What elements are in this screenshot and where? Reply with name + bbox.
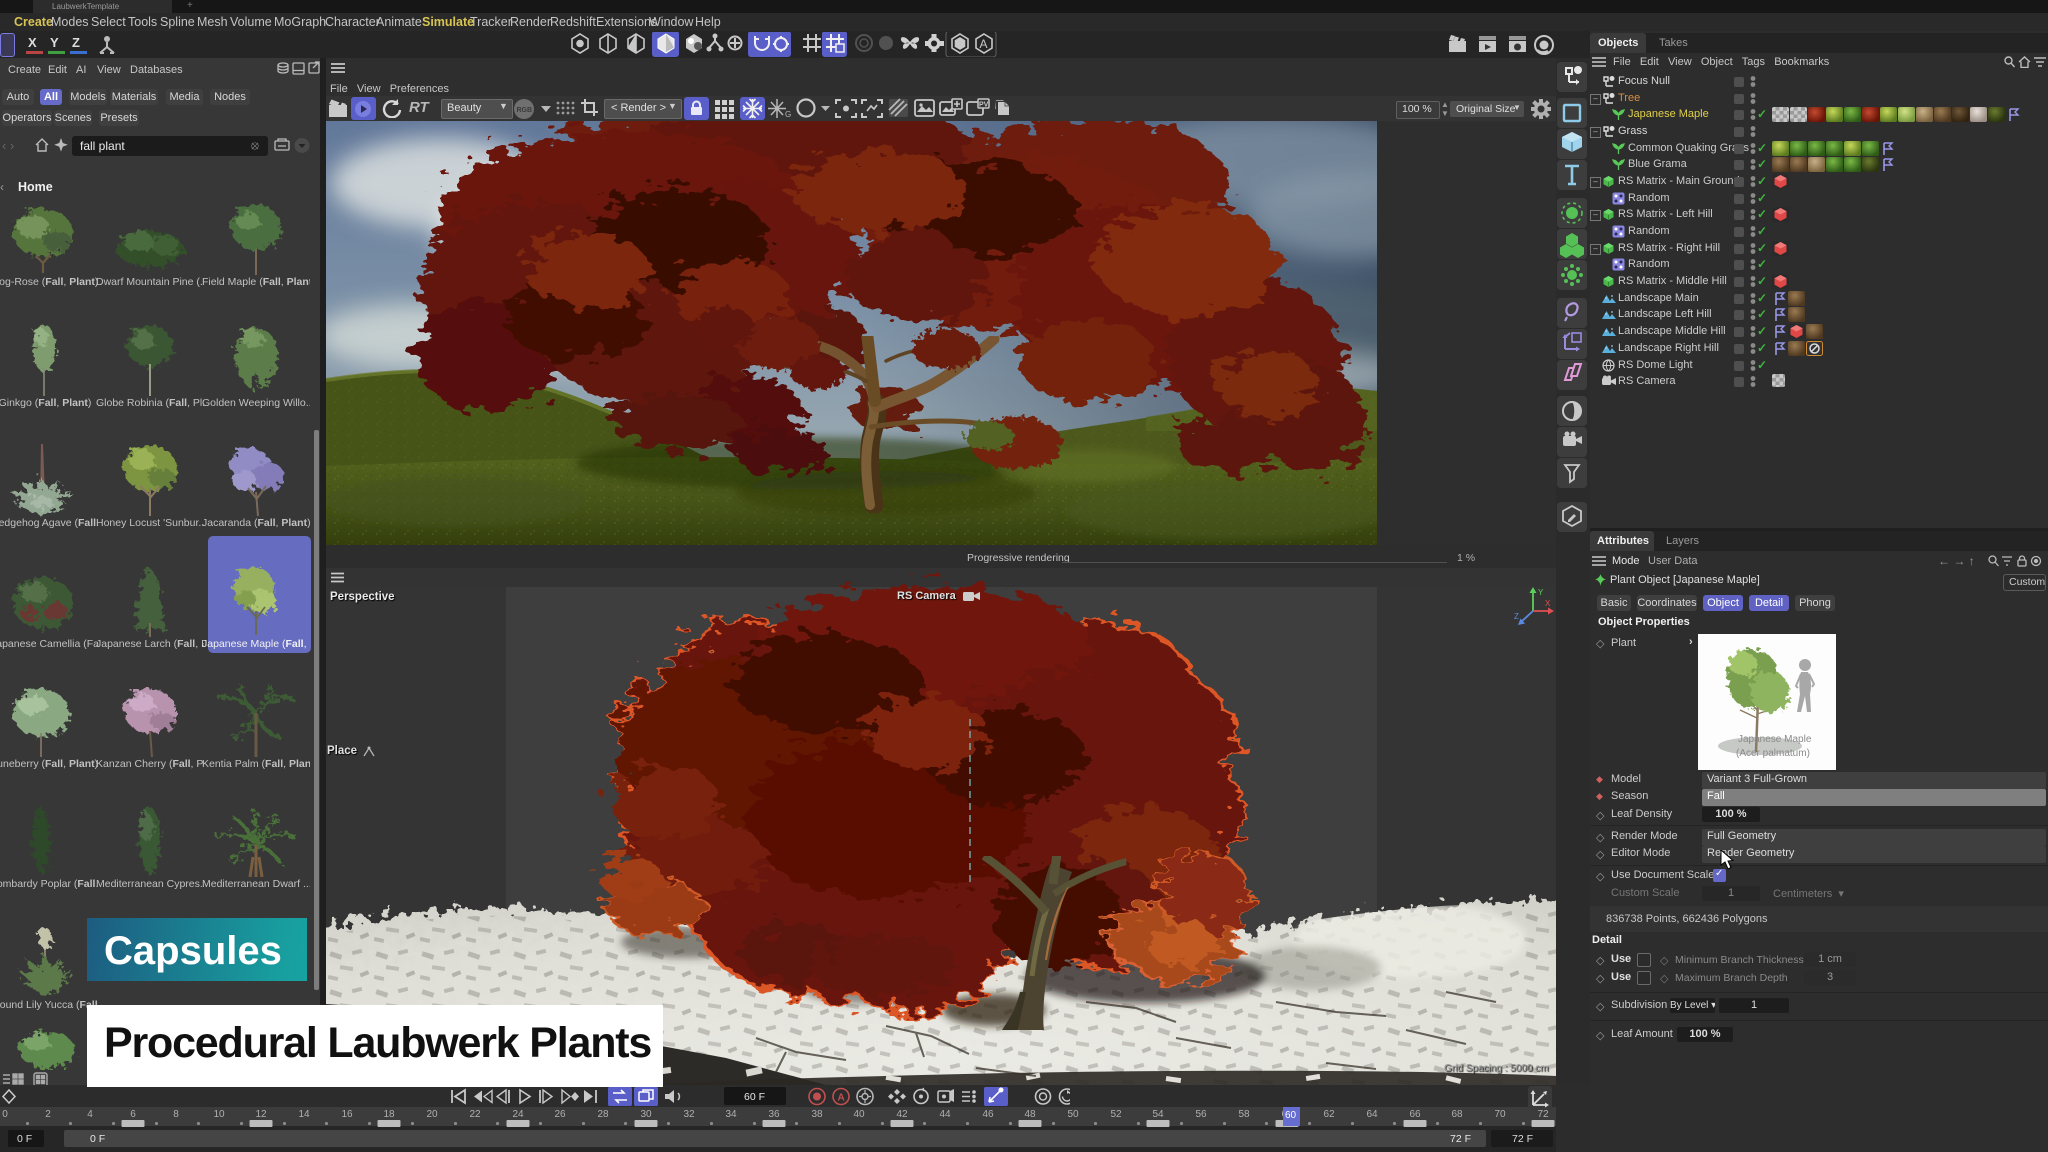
svg-text:60 F: 60 F xyxy=(744,1091,765,1103)
svg-text:A: A xyxy=(838,1093,845,1104)
svg-text:RGB: RGB xyxy=(517,107,533,114)
svg-text:Japanese Maple: Japanese Maple xyxy=(1738,734,1812,745)
svg-text:PV: PV xyxy=(979,102,989,109)
svg-text:(Acer palmatum): (Acer palmatum) xyxy=(1736,748,1810,759)
svg-text:Y: Y xyxy=(1538,588,1544,597)
svg-text:Z: Z xyxy=(1514,612,1519,621)
svg-text:A: A xyxy=(980,37,988,51)
svg-text:X: X xyxy=(1545,599,1551,608)
svg-text:G: G xyxy=(785,110,791,119)
